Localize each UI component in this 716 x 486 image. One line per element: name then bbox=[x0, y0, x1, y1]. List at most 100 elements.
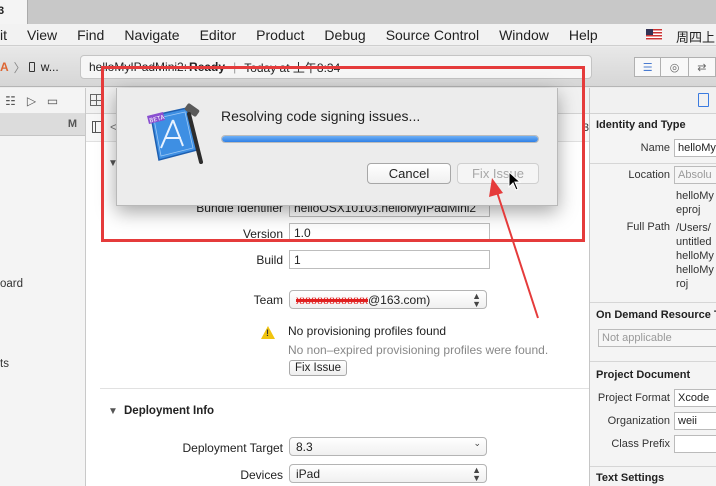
on-demand-resource-title: On Demand Resource T bbox=[596, 309, 716, 321]
team-label: Team bbox=[253, 293, 283, 307]
app-scheme-icon: A bbox=[0, 60, 9, 74]
activity-separator: | bbox=[233, 60, 237, 74]
project-format-select[interactable]: Xcode bbox=[674, 389, 716, 407]
modified-badge: M bbox=[67, 118, 77, 130]
standard-editor-icon[interactable]: ☰ bbox=[634, 57, 662, 77]
full-path-line: helloMy bbox=[676, 264, 714, 276]
signing-progress-fill bbox=[222, 136, 538, 142]
menu-window[interactable]: Window bbox=[489, 27, 559, 43]
class-prefix-label: Class Prefix bbox=[611, 438, 670, 450]
full-path-line: /Users/ bbox=[676, 222, 711, 234]
devices-value: iPad bbox=[296, 467, 321, 481]
inspector-tabs bbox=[590, 88, 716, 114]
list-icon[interactable]: ☷ bbox=[0, 94, 21, 108]
team-select[interactable]: xxxxxxxxxxxx@163.com) ▲ ▼ bbox=[289, 290, 487, 309]
build-label: Build bbox=[256, 253, 283, 267]
project-navigator: ☷ ▷ ▭ M oard ts bbox=[0, 88, 86, 486]
toolbar: A 〉 w... helloMyIPadMini2: Ready | Today… bbox=[0, 47, 716, 87]
full-path-line: untitled bbox=[676, 236, 712, 248]
name-label: Name bbox=[640, 142, 670, 154]
navigator-item[interactable]: ts bbox=[0, 358, 9, 370]
deployment-target-label: Deployment Target bbox=[182, 441, 284, 455]
menu-find[interactable]: Find bbox=[67, 27, 114, 43]
deployment-target-value: 8.3 bbox=[296, 440, 313, 454]
file-inspector-icon[interactable] bbox=[698, 93, 709, 107]
tag-icon[interactable]: ▷ bbox=[21, 94, 42, 108]
ipad-device-icon bbox=[28, 62, 35, 72]
team-email-suffix: @163.com) bbox=[368, 293, 431, 307]
window-tab-label: 3 bbox=[0, 5, 5, 17]
us-flag-icon[interactable] bbox=[646, 29, 662, 40]
deployment-target-select[interactable]: 8.3 ⌄ bbox=[289, 437, 487, 456]
menu-help[interactable]: Help bbox=[559, 27, 608, 43]
deployment-disclosure-icon[interactable]: ▼ bbox=[108, 406, 118, 417]
activity-status: Ready bbox=[189, 60, 226, 74]
menu-navigate[interactable]: Navigate bbox=[114, 27, 189, 43]
scheme-device-label: w... bbox=[40, 60, 59, 74]
devices-label: Devices bbox=[240, 468, 283, 482]
version-editor-icon[interactable]: ⇄ bbox=[688, 57, 716, 77]
cancel-button[interactable]: Cancel bbox=[367, 163, 451, 184]
code-signing-sheet: BETA Resolving code signing issues... Ca… bbox=[116, 88, 558, 206]
version-label: Version bbox=[242, 227, 283, 241]
menu-view[interactable]: View bbox=[17, 27, 67, 43]
inspector-divider bbox=[590, 163, 716, 164]
name-field[interactable]: helloMy bbox=[674, 139, 716, 157]
menu-product[interactable]: Product bbox=[246, 27, 314, 43]
activity-view: helloMyIPadMini2: Ready | Today at 上午8:3… bbox=[80, 55, 592, 79]
inspector-divider bbox=[590, 361, 716, 362]
menubar-clock[interactable]: 周四上 bbox=[676, 27, 715, 46]
assistant-editor-icon[interactable]: ◎ bbox=[661, 57, 689, 77]
sheet-message: Resolving code signing issues... bbox=[221, 108, 421, 124]
menu-edit[interactable]: it bbox=[0, 27, 17, 43]
select-arrows-icon: ▲ ▼ bbox=[472, 465, 481, 483]
full-path-label: Full Path bbox=[626, 221, 670, 233]
organization-field[interactable]: weii bbox=[674, 412, 716, 430]
location-label: Location bbox=[628, 169, 670, 181]
inspector-divider bbox=[590, 466, 716, 467]
warning-icon: ! bbox=[261, 326, 275, 339]
menu-editor[interactable]: Editor bbox=[190, 27, 247, 43]
related-items-icon[interactable] bbox=[90, 94, 102, 106]
provisioning-warning-title: No provisioning profiles found bbox=[288, 324, 447, 338]
chevron-down-icon: ⌄ bbox=[473, 438, 481, 448]
provisioning-warning-detail: No non–expired provisioning profiles wer… bbox=[288, 343, 549, 357]
location-path-line: helloMy bbox=[676, 190, 714, 202]
navigator-tabs: ☷ ▷ ▭ bbox=[0, 88, 85, 114]
location-path-line: eproj bbox=[676, 204, 701, 216]
menu-debug[interactable]: Debug bbox=[314, 27, 375, 43]
location-select[interactable]: Absolu bbox=[674, 166, 716, 184]
fix-issue-inline-button[interactable]: Fix Issue bbox=[289, 360, 348, 376]
full-path-line: roj bbox=[676, 278, 689, 290]
mouse-cursor-icon bbox=[508, 171, 522, 191]
team-redacted-name: xxxxxxxxxxxx bbox=[296, 293, 368, 307]
navigator-header: M bbox=[0, 114, 85, 136]
activity-time: Today at 上午8:34 bbox=[244, 60, 341, 75]
select-arrows-icon: ▲ ▼ bbox=[472, 291, 481, 309]
comment-icon[interactable]: ▭ bbox=[42, 94, 63, 108]
text-settings-title: Text Settings bbox=[596, 472, 665, 484]
scheme-selector[interactable]: A 〉 w... bbox=[0, 58, 59, 76]
navigator-item[interactable]: oard bbox=[0, 278, 23, 290]
window-tab[interactable]: 3 bbox=[0, 0, 28, 24]
xcode-beta-icon: BETA bbox=[147, 103, 203, 164]
signing-progress-bar bbox=[221, 135, 539, 143]
menu-bar: it View Find Navigate Editor Product Deb… bbox=[0, 24, 716, 46]
chevron-right-icon: 〉 bbox=[13, 60, 26, 75]
full-path-line: helloMy bbox=[676, 250, 714, 262]
version-field[interactable]: 1.0 bbox=[289, 223, 490, 242]
project-document-title: Project Document bbox=[596, 369, 691, 381]
activity-project: helloMyIPadMini2: bbox=[89, 60, 188, 74]
on-demand-resource-field: Not applicable bbox=[598, 329, 716, 347]
project-format-label: Project Format bbox=[597, 392, 670, 404]
inspector-divider bbox=[590, 302, 716, 303]
build-field[interactable]: 1 bbox=[289, 250, 490, 269]
editor-mode-buttons: ☰ ◎ ⇄ bbox=[634, 57, 716, 77]
devices-select[interactable]: iPad ▲ ▼ bbox=[289, 464, 487, 483]
window-tab-strip: 3 bbox=[0, 0, 716, 24]
menu-source-control[interactable]: Source Control bbox=[376, 27, 489, 43]
target-list-toggle-icon[interactable] bbox=[92, 121, 104, 133]
class-prefix-field[interactable] bbox=[674, 435, 716, 453]
file-inspector: Identity and Type Name helloMy Location … bbox=[589, 88, 716, 486]
fix-issue-button[interactable]: Fix Issue bbox=[457, 163, 539, 184]
